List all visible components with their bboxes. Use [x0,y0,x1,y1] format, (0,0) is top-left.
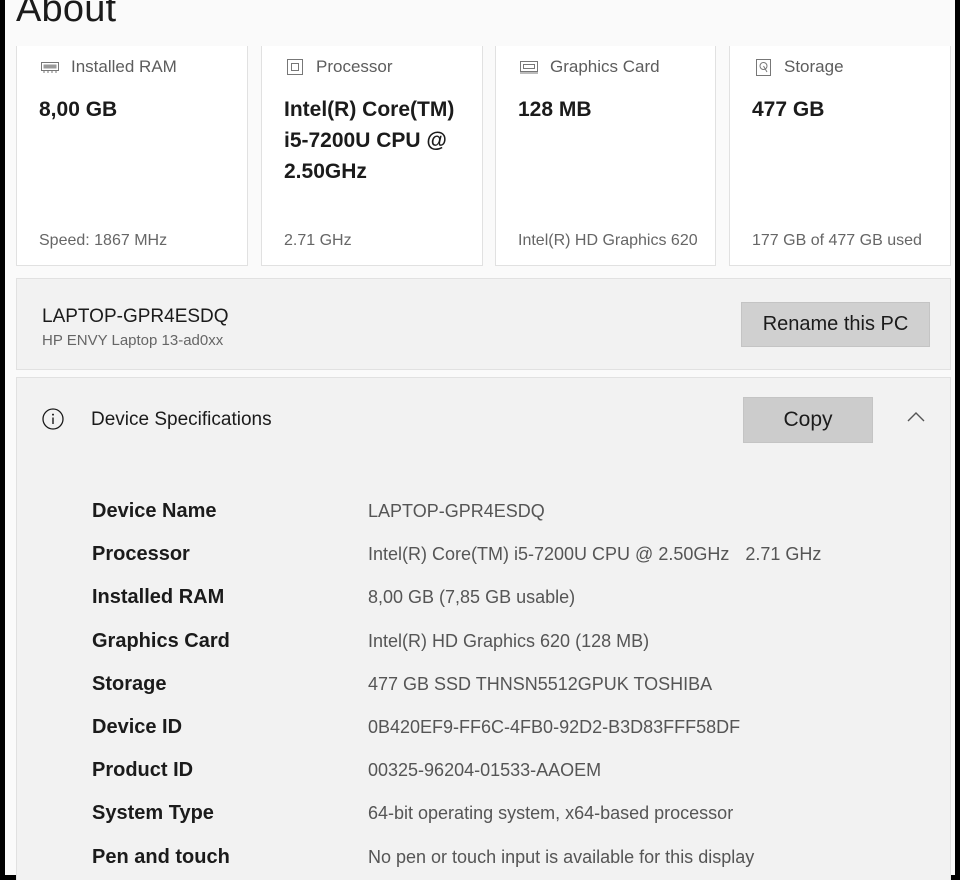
card-label: Storage [784,57,844,76]
card-sub: 2.71 GHz [284,232,352,249]
spec-row-pen-and-touch: Pen and touch No pen or touch input is a… [92,842,754,872]
spec-value: 8,00 GB (7,85 GB usable) [368,586,576,607]
spec-row-device-id: Device ID 0B420EF9-FF6C-4FB0-92D2-B3D83F… [92,712,740,742]
spec-row-system-type: System Type 64-bit operating system, x64… [92,798,733,828]
summary-cards: Installed RAM 8,00 GB Speed: 1867 MHz Pr… [16,46,951,268]
card-sub: 177 GB of 477 GB used [752,232,922,249]
copy-button[interactable]: Copy [743,397,873,443]
spec-value: Intel(R) Core(TM) i5-7200U CPU @ 2.50GHz [368,543,730,564]
info-icon [42,408,64,430]
pc-name: LAPTOP-GPR4ESDQ [42,306,229,327]
ram-icon [39,58,61,76]
card-label: Graphics Card [550,57,660,76]
processor-icon [284,58,306,76]
pc-model: HP ENVY Laptop 13-ad0xx [42,332,224,349]
card-storage: Storage 477 GB 177 GB of 477 GB used [729,46,951,266]
card-label: Installed RAM [71,57,177,76]
card-value: 477 GB [752,98,825,121]
storage-icon [752,58,774,76]
card-graphics-card: Graphics Card 128 MB Intel(R) HD Graphic… [495,46,716,266]
card-value: 128 MB [518,98,592,121]
spec-row-product-id: Product ID 00325-96204-01533-AAOEM [92,755,601,785]
spec-value-extra: 2.71 GHz [745,543,822,564]
spec-label: Device Name [92,499,217,522]
spec-value: 00325-96204-01533-AAOEM [368,759,602,780]
settings-window: About Installed RAM 8,00 GB Speed: 1867 … [5,0,955,880]
device-specifications-header[interactable]: Device Specifications Copy [16,377,951,461]
spec-row-processor: Processor Intel(R) Core(TM) i5-7200U CPU… [92,539,821,569]
device-specifications-list: Device Name LAPTOP-GPR4ESDQ Processor In… [16,460,951,880]
card-processor: Processor Intel(R) Core(TM) i5-7200U CPU… [261,46,483,266]
spec-label: Device ID [92,715,183,738]
spec-label: System Type [92,801,214,824]
spec-label: Storage [92,672,167,695]
spec-label: Graphics Card [92,629,230,652]
spec-row-graphics-card: Graphics Card Intel(R) HD Graphics 620 (… [92,626,649,656]
graphics-card-icon [518,58,540,76]
card-value: 8,00 GB [39,98,118,121]
spec-row-device-name: Device Name LAPTOP-GPR4ESDQ [92,496,545,526]
spec-value: 0B420EF9-FF6C-4FB0-92D2-B3D83FFF58DF [368,716,741,737]
spec-label: Pen and touch [92,845,230,868]
page-title: About [16,0,117,30]
card-sub: Intel(R) HD Graphics 620 [518,232,698,249]
card-sub: Speed: 1867 MHz [39,232,168,249]
spec-label: Processor [92,542,190,565]
spec-label: Product ID [92,758,194,781]
card-installed-ram: Installed RAM 8,00 GB Speed: 1867 MHz [16,46,248,266]
spec-value: No pen or touch input is available for t… [368,846,755,867]
spec-value: LAPTOP-GPR4ESDQ [368,500,545,521]
rename-pc-button[interactable]: Rename this PC [741,302,930,347]
spec-value: Intel(R) HD Graphics 620 (128 MB) [368,630,650,651]
spec-value: 477 GB SSD THNSN5512GPUK TOSHIBA [368,673,713,694]
device-specifications-title: Device Specifications [91,409,272,430]
card-value: Intel(R) Core(TM) i5-7200U CPU @ 2.50GHz [284,98,455,183]
spec-row-storage: Storage 477 GB SSD THNSN5512GPUK TOSHIBA [92,669,712,699]
spec-label: Installed RAM [92,585,225,608]
spec-row-installed-ram: Installed RAM 8,00 GB (7,85 GB usable) [92,582,575,612]
pc-name-panel: LAPTOP-GPR4ESDQ HP ENVY Laptop 13-ad0xx … [16,278,951,370]
chevron-up-icon[interactable] [906,410,926,424]
spec-value: 64-bit operating system, x64-based proce… [368,802,734,823]
card-label: Processor [316,57,393,76]
